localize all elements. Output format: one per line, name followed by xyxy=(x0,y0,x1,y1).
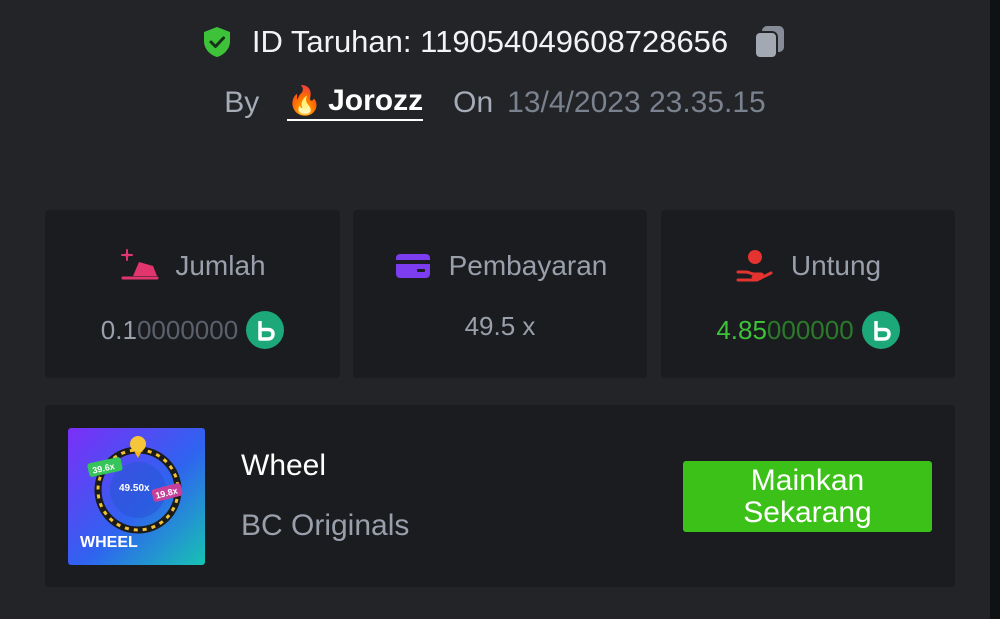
copy-icon[interactable] xyxy=(750,22,790,62)
bet-id-row: ID Taruhan: 119054049608728656 xyxy=(0,22,990,62)
payout-label: Pembayaran xyxy=(448,250,608,281)
bc-coin-icon xyxy=(861,311,900,349)
username: Jorozz xyxy=(328,84,424,117)
bet-id-label: ID Taruhan: 119054049608728656 xyxy=(251,24,729,59)
game-provider: BC Originals xyxy=(241,509,410,542)
payout-value: 49.5 x xyxy=(353,311,647,342)
play-now-button[interactable]: Mainkan Sekarang xyxy=(683,461,932,532)
shield-check-icon xyxy=(200,25,234,59)
on-label: On xyxy=(453,85,494,119)
amount-icon xyxy=(119,246,159,286)
game-name[interactable]: Wheel xyxy=(241,449,326,483)
profit-card: Untung 4.85 000000 xyxy=(661,210,955,378)
bc-coin-icon xyxy=(246,311,285,349)
amount-card: Jumlah 0.1 0000000 xyxy=(45,210,340,378)
profit-header: Untung xyxy=(661,246,955,286)
username-link[interactable]: 🔥 Jorozz xyxy=(287,84,424,121)
amount-header: Jumlah xyxy=(45,246,340,286)
game-thumbnail[interactable]: 39.6x 49.50x 19.8x WHEEL xyxy=(68,428,205,565)
right-edge-divider xyxy=(990,0,1000,619)
payout-header: Pembayaran xyxy=(353,246,647,286)
fire-icon: 🔥 xyxy=(287,85,323,116)
amount-value-main: 0.1 xyxy=(100,314,137,345)
thumb-label-2: 49.50x xyxy=(119,483,150,494)
payout-card: Pembayaran 49.5 x xyxy=(353,210,647,378)
bet-detail-page: ID Taruhan: 119054049608728656 By 🔥 Joro… xyxy=(0,0,990,619)
profit-value-dim: 000000 xyxy=(766,314,854,345)
bet-byline: By 🔥 Jorozz On 13/4/2023 23.35.15 xyxy=(0,84,990,121)
profit-value: 4.85 000000 xyxy=(661,311,955,349)
by-label: By xyxy=(224,85,260,119)
profit-label: Untung xyxy=(790,250,882,281)
payout-value-text: 49.5 x xyxy=(464,311,536,341)
game-panel: 39.6x 49.50x 19.8x WHEEL Wheel BC Origin… xyxy=(45,405,955,587)
profit-hand-icon xyxy=(735,246,775,286)
profit-value-main: 4.85 xyxy=(716,314,767,345)
credit-card-icon xyxy=(393,246,433,286)
bet-date: 13/4/2023 23.35.15 xyxy=(507,85,766,119)
thumb-title: WHEEL xyxy=(80,534,138,551)
amount-value-dim: 0000000 xyxy=(136,314,239,345)
amount-label: Jumlah xyxy=(175,250,266,281)
amount-value: 0.1 0000000 xyxy=(45,311,340,349)
